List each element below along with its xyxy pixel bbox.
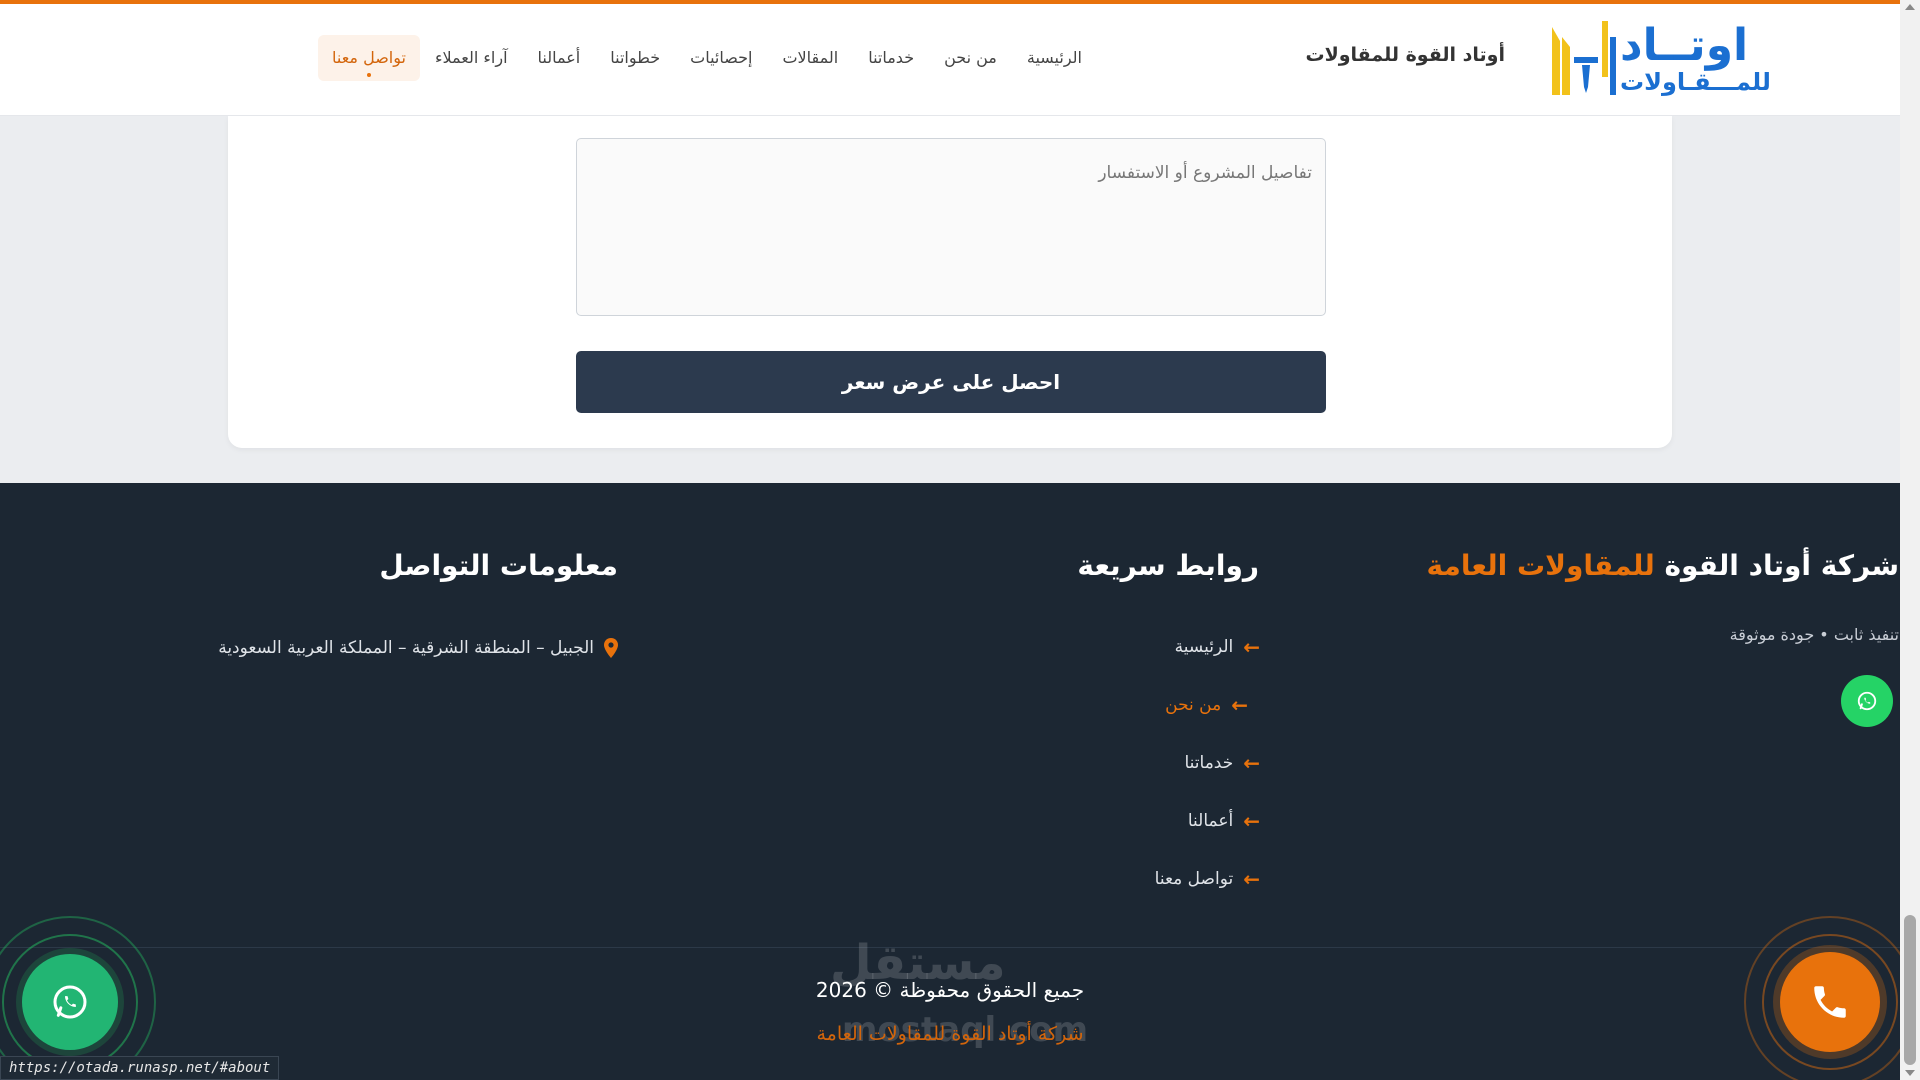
location-pin-icon [604,638,618,658]
call-button[interactable] [1780,952,1880,1052]
quick-link-label: أعمالنا [1187,811,1234,831]
link-status-url: https://otada.runasp.net/#about [0,1056,280,1080]
quick-link-label: من نحن [1165,695,1222,715]
scroll-down-arrow-icon[interactable] [1905,1070,1915,1076]
scroll-up-arrow-icon[interactable] [1905,4,1915,10]
get-quote-button[interactable]: احصل على عرض سعر [576,351,1326,413]
contact-address: الجبيل – المنطقة الشرقية – المملكة العرب… [218,638,618,658]
main-nav: الرئيسية من نحن خدماتنا المقالات إحصائيا… [318,35,1097,81]
arrow-left-icon: ← [1243,635,1260,659]
project-details-input[interactable] [576,138,1326,316]
quick-link-label: خدماتنا [1184,753,1234,773]
logo-line-1: اوتــاد [1620,20,1749,71]
footer-about-title-accent: للمقاولات العامة [1426,549,1655,582]
arrow-left-icon: ← [1243,751,1260,775]
quick-link-services[interactable]: ← خدماتنا [1184,753,1260,773]
arrow-left-icon: ← [1243,809,1260,833]
nav-item-contact[interactable]: تواصل معنا [318,35,420,81]
scrollbar-thumb[interactable] [1904,915,1916,1065]
page-scrollbar[interactable] [1900,0,1920,1080]
whatsapp-icon [1857,691,1877,711]
quick-link-label: تواصل معنا [1154,869,1234,889]
footer-tagline: تنفيذ ثابت • جودة موثوقة [1729,625,1899,644]
brand-name[interactable]: أوتاد القوة للمقاولات [1305,44,1505,66]
footer-about-title: شركة أوتاد القوة للمقاولات العامة [1427,549,1899,582]
quick-link-label: الرئيسية [1174,637,1234,657]
nav-item-stats[interactable]: إحصائيات [675,35,767,81]
whatsapp-chat-button[interactable] [22,954,118,1050]
contact-address-text: الجبيل – المنطقة الشرقية – المملكة العرب… [218,638,594,658]
logo-text: اوتــاد للمـــقـاولات [1620,20,1771,96]
footer-about-title-main: شركة أوتاد القوة [1664,549,1899,582]
quick-link-projects[interactable]: ← أعمالنا [1188,811,1260,831]
whatsapp-float-button[interactable] [1841,675,1893,727]
nav-item-home[interactable]: الرئيسية [1012,35,1097,81]
footer-company-name: شركة أوتاد القوة للمقاولات العامة [816,1023,1084,1045]
nav-item-projects[interactable]: أعمالنا [523,35,596,81]
whatsapp-icon [53,985,87,1019]
site-logo[interactable]: اوتــاد للمـــقـاولات [1540,14,1790,104]
top-accent-bar [0,0,1900,4]
contact-info-title: معلومات التواصل [379,549,618,582]
nav-item-services[interactable]: خدماتنا [853,35,929,81]
nav-item-steps[interactable]: خطواتنا [595,35,675,81]
quick-link-contact[interactable]: ← تواصل معنا [1155,869,1260,889]
arrow-left-icon: ← [1231,693,1248,717]
copyright-text: جميع الحقوق محفوظة © 2026 [815,978,1085,1002]
logo-line-2: للمـــقـاولات [1620,68,1771,96]
quick-link-about[interactable]: ← من نحن [1165,695,1248,715]
nav-item-articles[interactable]: المقالات [767,35,853,81]
quick-link-home[interactable]: ← الرئيسية [1175,637,1260,657]
phone-icon [1814,986,1846,1018]
nav-item-testimonials[interactable]: آراء العملاء [420,35,523,81]
nav-item-about[interactable]: من نحن [929,35,1012,81]
quick-links-title: روابط سريعة [1077,549,1259,582]
arrow-left-icon: ← [1243,867,1260,891]
site-header: اوتــاد للمـــقـاولات أوتاد القوة للمقاو… [0,0,1900,116]
logo-mark-icon [1552,21,1616,95]
